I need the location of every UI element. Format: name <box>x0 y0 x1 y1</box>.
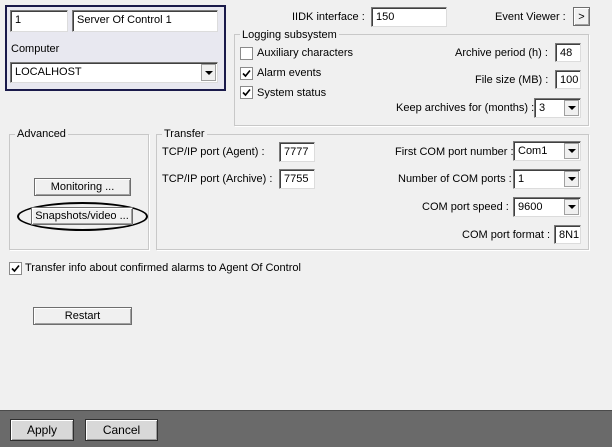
chevron-down-icon[interactable] <box>564 143 579 159</box>
iidk-interface-field[interactable]: 150 <box>371 7 447 27</box>
computer-select[interactable]: LOCALHOST <box>10 62 218 83</box>
iidk-interface-label: IIDK interface : <box>292 11 365 23</box>
auxiliary-characters-checkbox[interactable] <box>240 47 253 60</box>
tcp-agent-port-field[interactable]: 7777 <box>279 142 315 162</box>
tcp-archive-port-field[interactable]: 7755 <box>279 169 315 189</box>
event-viewer-label: Event Viewer : <box>495 11 566 23</box>
system-status-checkbox[interactable] <box>240 86 253 99</box>
tcp-archive-port-label: TCP/IP port (Archive) : <box>162 173 273 185</box>
keep-archives-label: Keep archives for (months) : <box>396 102 535 114</box>
com-port-format-label: COM port format : <box>462 229 551 241</box>
keep-archives-value: 3 <box>539 102 546 114</box>
check-icon <box>242 69 251 78</box>
file-size-label: File size (MB) : <box>475 74 549 86</box>
chevron-down-icon[interactable] <box>201 64 216 81</box>
transfer-info-label: Transfer info about confirmed alarms to … <box>25 262 301 274</box>
num-com-ports-value: 1 <box>518 173 525 185</box>
logging-subsystem-legend: Logging subsystem <box>240 29 339 41</box>
server-name-field[interactable]: Server Of Control 1 <box>72 10 218 32</box>
system-status-label: System status <box>257 87 327 99</box>
tcp-agent-port-label: TCP/IP port (Agent) : <box>162 146 265 158</box>
chevron-down-icon[interactable] <box>564 171 579 187</box>
num-com-ports-select[interactable]: 1 <box>513 169 581 189</box>
archive-period-label: Archive period (h) : <box>455 47 548 59</box>
alarm-events-label: Alarm events <box>257 67 322 79</box>
first-com-port-value: Com1 <box>518 145 548 157</box>
server-id-field[interactable]: 1 <box>10 10 68 32</box>
check-icon <box>242 88 251 97</box>
num-com-ports-label: Number of COM ports : <box>398 173 512 185</box>
computer-label: Computer <box>11 43 60 55</box>
check-icon <box>11 264 20 273</box>
com-port-speed-value: 9600 <box>518 201 543 213</box>
advanced-legend: Advanced <box>15 128 68 140</box>
keep-archives-select[interactable]: 3 <box>534 98 581 118</box>
cancel-button[interactable]: Cancel <box>85 419 158 441</box>
archive-period-field[interactable]: 48 <box>555 43 581 62</box>
transfer-info-checkbox[interactable] <box>9 262 22 275</box>
alarm-events-checkbox[interactable] <box>240 67 253 80</box>
computer-select-value: LOCALHOST <box>15 66 82 78</box>
transfer-legend: Transfer <box>162 128 207 140</box>
restart-button[interactable]: Restart <box>33 307 132 325</box>
com-port-speed-select[interactable]: 9600 <box>513 197 581 217</box>
first-com-port-select[interactable]: Com1 <box>513 141 581 161</box>
chevron-down-icon[interactable] <box>564 199 579 215</box>
first-com-port-label: First COM port number : <box>395 146 514 158</box>
com-port-speed-label: COM port speed : <box>422 201 509 213</box>
chevron-down-icon[interactable] <box>564 100 579 116</box>
event-viewer-button[interactable]: > <box>573 7 590 26</box>
snapshots-video-button[interactable]: Snapshots/video ... <box>31 207 133 225</box>
apply-button[interactable]: Apply <box>10 419 74 441</box>
com-port-format-field[interactable]: 8N1 <box>554 225 581 244</box>
auxiliary-characters-label: Auxiliary characters <box>257 47 353 59</box>
file-size-field[interactable]: 100 <box>555 70 581 89</box>
monitoring-button[interactable]: Monitoring ... <box>34 178 131 196</box>
